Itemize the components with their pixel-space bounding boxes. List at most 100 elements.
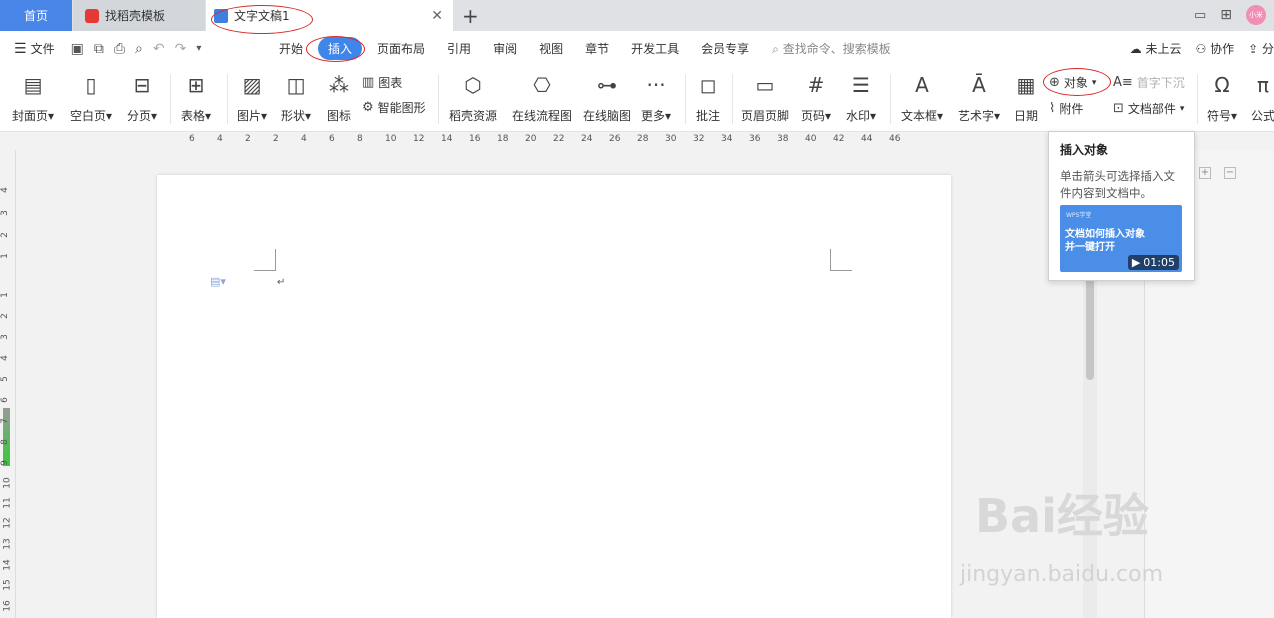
ruler-tick: 4 [0, 187, 10, 193]
symbol-button[interactable]: Ω 符号▾ [1207, 72, 1237, 124]
wordart-button[interactable]: Ā 艺术字▾ [958, 72, 1000, 124]
search-icon: ⌕ [772, 42, 779, 56]
icon-library-icon: ⁂ [329, 73, 349, 97]
ruler-tick: 44 [861, 134, 873, 144]
mindmap-button[interactable]: ⊶ 在线脑图 [583, 72, 631, 124]
tab-home[interactable]: 首页 [0, 0, 72, 31]
wordart-label: 艺术字▾ [958, 109, 1001, 123]
customize-dropdown-icon[interactable]: ▾ [196, 43, 201, 54]
page-break-button[interactable]: ⊟ 分页▾ [127, 72, 157, 124]
date-button[interactable]: ▦ 日期 [1014, 72, 1038, 124]
expand-icon[interactable]: + [1199, 167, 1211, 179]
tutorial-video-thumbnail[interactable]: WPS学堂 文档如何插入对象并一键打开 ▶ 01:05 [1060, 205, 1182, 272]
new-tab-icon[interactable]: + [462, 4, 479, 28]
tab-developer[interactable]: 开发工具 [620, 40, 690, 57]
vertical-ruler[interactable]: 4 3 2 1 1 2 3 4 5 6 7 8 9 10 11 12 13 14 15 16 [0, 150, 16, 618]
attachment-button[interactable]: ⌇ 附件 [1049, 100, 1083, 117]
document-page[interactable]: ▤▾ ↵ [157, 175, 951, 618]
smartart-icon: ⚙ [362, 100, 374, 115]
share-button[interactable]: ⇪ 分 [1248, 40, 1274, 57]
ruler-tick: 10 [385, 134, 397, 144]
smartart-button[interactable]: ⚙ 智能图形 [362, 99, 426, 116]
ruler-tick: 6 [189, 134, 195, 144]
picture-icon: ▨ [242, 73, 262, 97]
dropcap-icon: A≡ [1113, 75, 1133, 90]
blank-page-button[interactable]: ▯ 空白页▾ [70, 72, 112, 124]
comment-label: 批注 [696, 109, 721, 123]
textbox-button[interactable]: A 文本框▾ [901, 72, 943, 124]
symbol-label: 符号▾ [1207, 109, 1238, 123]
shape-label: 形状▾ [281, 109, 312, 123]
tab-sections[interactable]: 章节 [574, 40, 620, 57]
ruler-tick: 36 [749, 134, 761, 144]
save-icon[interactable]: ▣ [71, 41, 84, 57]
cover-page-label: 封面页▾ [12, 109, 55, 123]
tab-member[interactable]: 会员专享 [690, 40, 760, 57]
chart-button[interactable]: ▥ 图表 [362, 74, 402, 91]
cloud-sync-button[interactable]: ☁ 未上云 [1130, 40, 1182, 57]
formula-button[interactable]: π 公式 [1251, 72, 1274, 124]
header-footer-label: 页眉页脚 [741, 109, 790, 123]
tab-references[interactable]: 引用 [436, 40, 482, 57]
ruler-tick: 10 [2, 477, 13, 489]
formula-icon: π [1256, 73, 1270, 97]
close-tab-icon[interactable]: ✕ [431, 8, 443, 24]
ruler-tick: 14 [2, 559, 13, 571]
flowchart-button[interactable]: ⎔ 在线流程图 [512, 72, 572, 124]
picture-button[interactable]: ▨ 图片▾ [237, 72, 267, 124]
table-icon: ⊞ [187, 73, 205, 97]
paragraph-format-icon[interactable]: ▤▾ [210, 275, 226, 288]
table-button[interactable]: ⊞ 表格▾ [181, 72, 211, 124]
divider [685, 74, 686, 124]
divider [170, 74, 171, 124]
ruler-tick: 5 [0, 376, 10, 382]
share-label: 分 [1261, 42, 1274, 56]
user-icon: ⚇ [1195, 42, 1207, 56]
tab-review[interactable]: 审阅 [482, 40, 528, 57]
cover-page-button[interactable]: ▤ 封面页▾ [12, 72, 54, 124]
more-button[interactable]: ··· 更多▾ [641, 72, 671, 124]
dropcap-button[interactable]: A≡ 首字下沉 [1113, 74, 1185, 91]
undo-icon[interactable]: ↶ [153, 41, 165, 57]
export-pdf-icon[interactable]: ⧉ [94, 41, 104, 57]
more-icon: ··· [646, 73, 666, 97]
watermark-label: 水印▾ [846, 109, 877, 123]
collapse-icon[interactable]: − [1224, 167, 1236, 179]
comment-icon: ◻ [699, 73, 717, 97]
divider [227, 74, 228, 124]
tab-view[interactable]: 视图 [528, 40, 574, 57]
resource-button[interactable]: ⬡ 稻壳资源 [449, 72, 497, 124]
shape-button[interactable]: ◫ 形状▾ [281, 72, 311, 124]
tab-template[interactable]: 找稻壳模板 [73, 0, 205, 31]
print-preview-icon[interactable]: ⌕ [135, 41, 143, 57]
tooltip-description: 单击箭头可选择插入文件内容到文档中。 [1060, 169, 1175, 200]
page-break-icon: ⊟ [133, 73, 151, 97]
video-duration-label: 01:05 [1143, 256, 1175, 269]
tab-page-layout[interactable]: 页面布局 [366, 40, 436, 57]
file-menu-label: 文件 [30, 42, 55, 56]
paragraph-mark-icon: ↵ [277, 277, 286, 288]
icon-button[interactable]: ⁂ 图标 [327, 72, 351, 124]
page-number-button[interactable]: # 页码▾ [801, 72, 831, 124]
ruler-tick: 38 [777, 134, 789, 144]
print-icon[interactable]: ⎙ [114, 41, 125, 57]
command-search[interactable]: ⌕ 查找命令、搜索模板 [772, 40, 891, 57]
apps-grid-icon[interactable]: ⊞ [1220, 7, 1232, 23]
video-duration: ▶ 01:05 [1127, 255, 1179, 270]
header-footer-button[interactable]: ▭ 页眉页脚 [741, 72, 789, 124]
file-menu-button[interactable]: ☰ 文件 [14, 40, 55, 57]
layout-icon[interactable]: ▭ [1194, 8, 1206, 23]
comment-button[interactable]: ◻ 批注 [696, 72, 720, 124]
doc-parts-button[interactable]: ⊡ 文档部件 ▾ [1113, 100, 1184, 117]
avatar[interactable]: 小米 [1246, 5, 1266, 25]
ruler-tick: 4 [217, 134, 223, 144]
page-number-label: 页码▾ [801, 109, 832, 123]
ruler-tick: 42 [833, 134, 845, 144]
ruler-tick: 12 [413, 134, 425, 144]
paperclip-icon: ⌇ [1049, 101, 1056, 116]
ruler-tick: 1 [0, 292, 10, 298]
ruler-tick: 46 [889, 134, 901, 144]
collaborate-button[interactable]: ⚇ 协作 [1195, 40, 1234, 57]
watermark-button[interactable]: ☰ 水印▾ [846, 72, 876, 124]
redo-icon[interactable]: ↷ [175, 41, 187, 57]
